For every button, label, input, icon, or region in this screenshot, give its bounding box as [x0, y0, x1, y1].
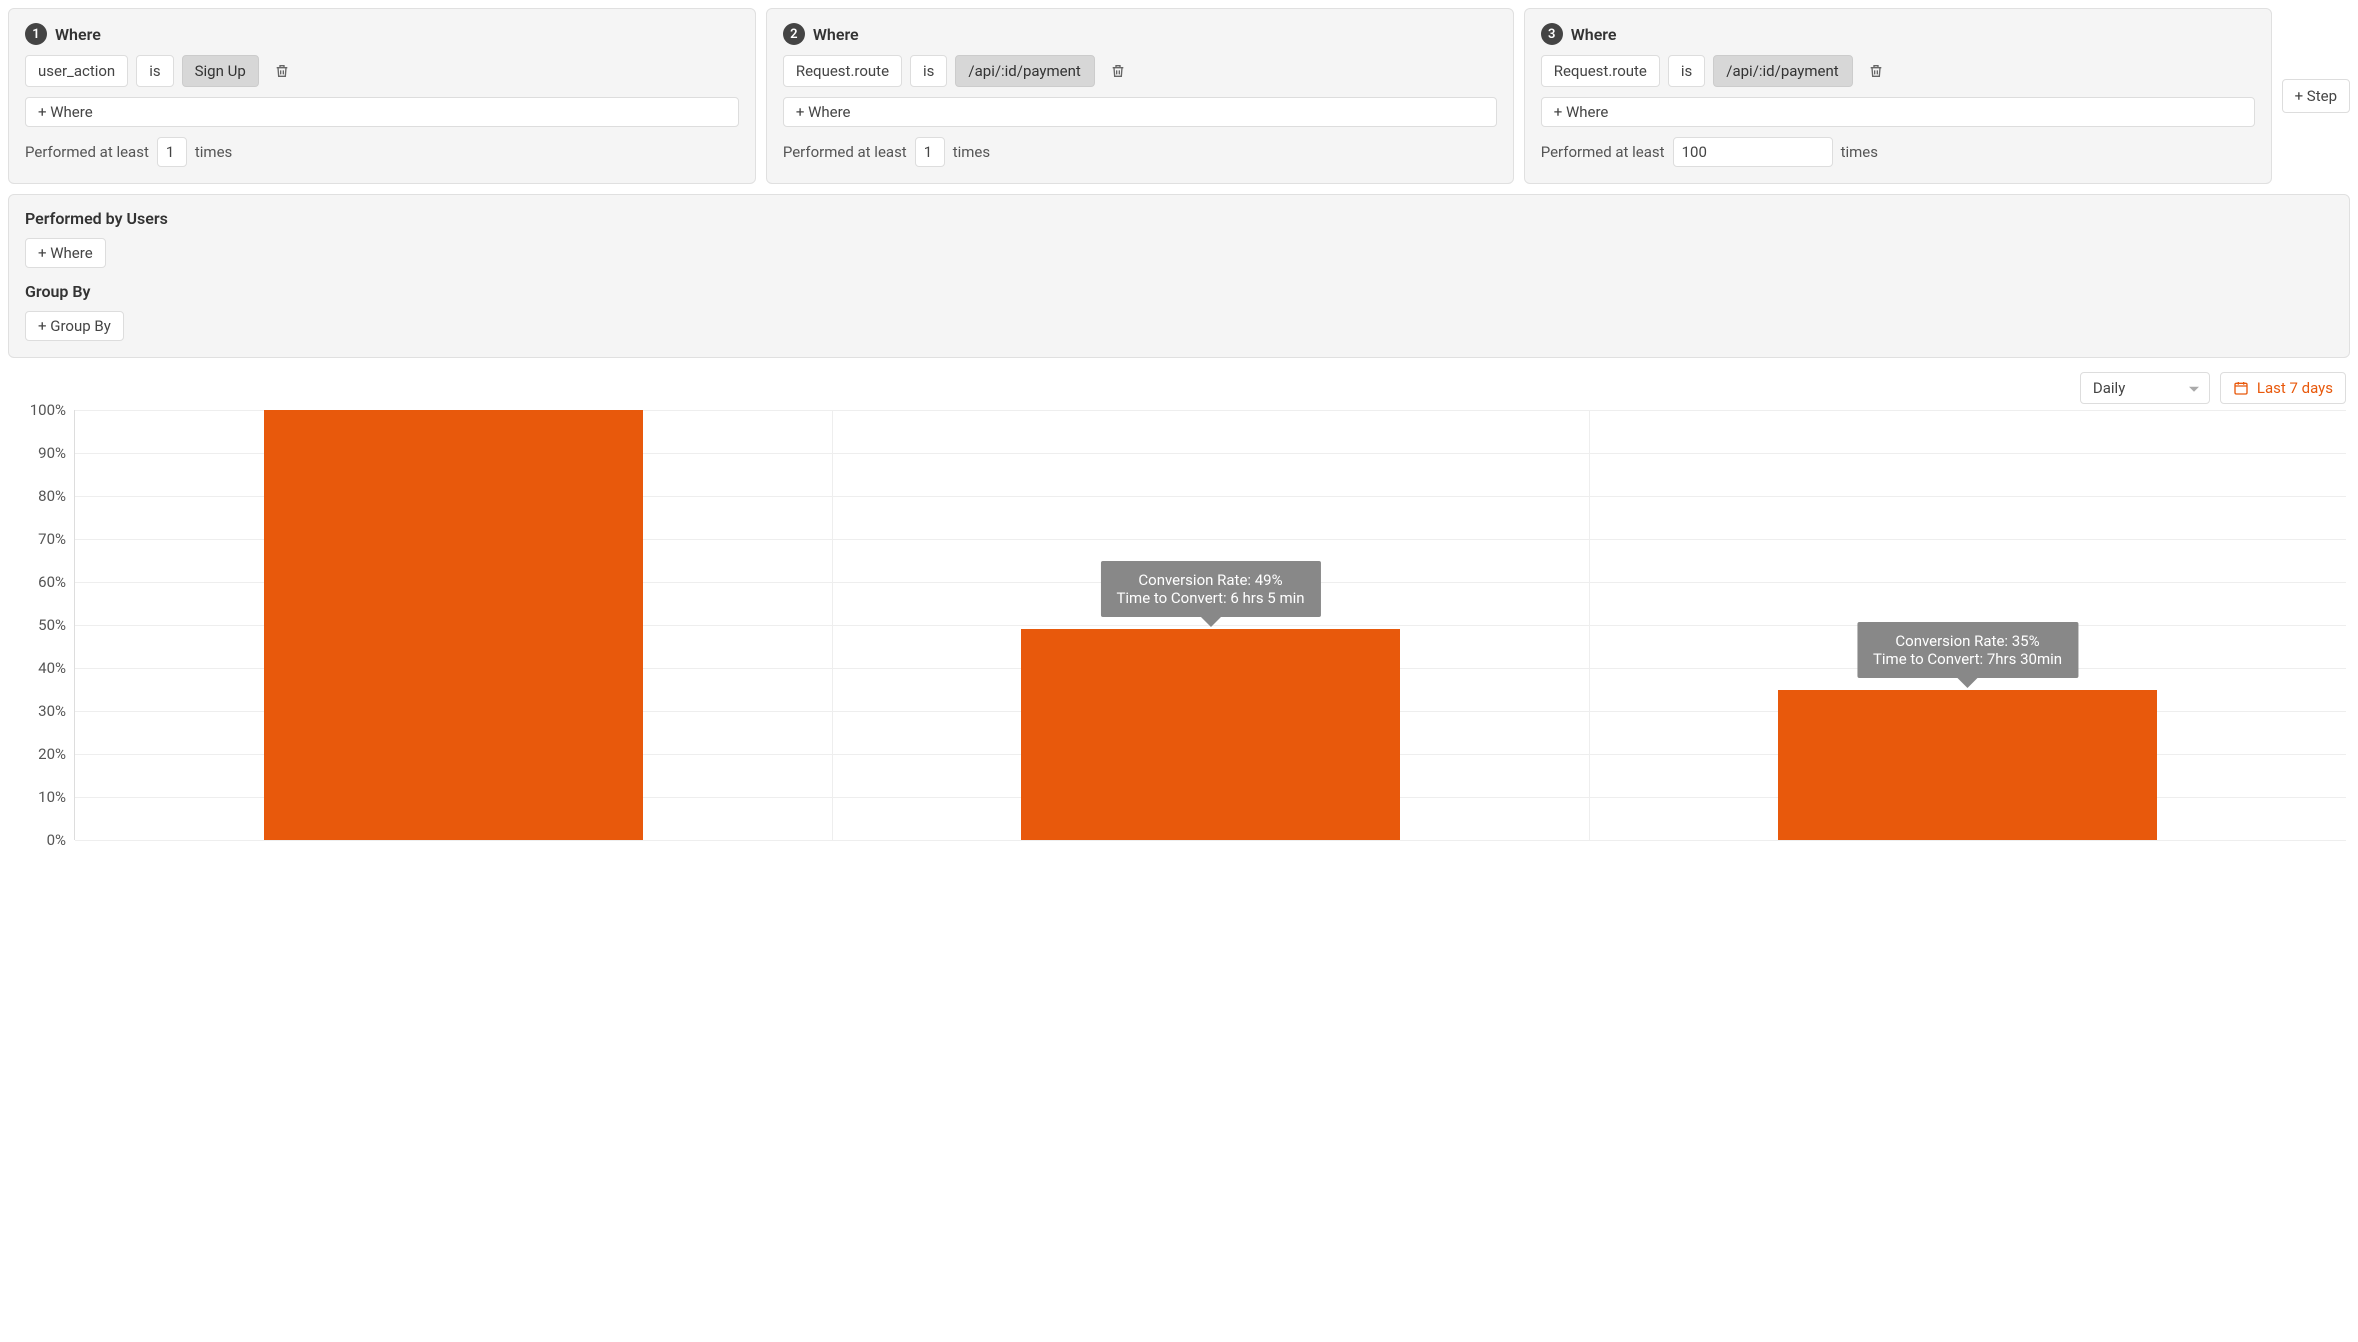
step-header: 1 Where — [25, 23, 739, 45]
step-title: Where — [813, 25, 859, 44]
filter-field[interactable]: Request.route — [783, 55, 902, 87]
step-number-badge: 1 — [25, 23, 47, 45]
filter-operator[interactable]: is — [136, 55, 173, 87]
filter-value[interactable]: Sign Up — [182, 55, 259, 87]
funnel-steps-row: 1 Where user_action is Sign Up + Where P… — [8, 8, 2350, 184]
y-tick-label: 60% — [38, 573, 66, 591]
performed-by-users-title: Performed by Users — [25, 209, 2333, 228]
grid-vline — [832, 410, 833, 840]
users-groupby-card: Performed by Users + Where Group By + Gr… — [8, 194, 2350, 358]
add-where-button[interactable]: + Where — [25, 97, 739, 127]
performed-count-input[interactable]: 100 — [1673, 137, 1833, 167]
interval-select[interactable]: Daily — [2080, 372, 2210, 404]
funnel-chart: 0%10%20%30%40%50%60%70%80%90%100% Conver… — [8, 410, 2350, 840]
delete-icon[interactable] — [1109, 61, 1127, 81]
delete-icon[interactable] — [1867, 61, 1885, 81]
date-range-label: Last 7 days — [2257, 379, 2333, 397]
y-tick-label: 80% — [38, 487, 66, 505]
chart-bar[interactable] — [264, 410, 643, 840]
funnel-step-1: 1 Where user_action is Sign Up + Where P… — [8, 8, 756, 184]
y-tick-label: 50% — [38, 616, 66, 634]
tooltip-line: Time to Convert: 6 hrs 5 min — [1116, 589, 1304, 607]
y-tick-label: 0% — [47, 831, 66, 849]
filter-value[interactable]: /api/:id/payment — [955, 55, 1095, 87]
chart-tooltip: Conversion Rate: 49%Time to Convert: 6 h… — [1100, 561, 1320, 617]
performed-count-input[interactable]: 1 — [915, 137, 945, 167]
filter-operator[interactable]: is — [910, 55, 947, 87]
y-tick-label: 100% — [30, 401, 66, 419]
times-label: times — [1841, 143, 1878, 161]
step-header: 2 Where — [783, 23, 1497, 45]
filter-field[interactable]: user_action — [25, 55, 128, 87]
tooltip-line: Conversion Rate: 35% — [1873, 632, 2062, 650]
chart-tooltip: Conversion Rate: 35%Time to Convert: 7hr… — [1857, 622, 2078, 678]
tooltip-line: Time to Convert: 7hrs 30min — [1873, 650, 2062, 668]
group-by-title: Group By — [25, 282, 2333, 301]
add-step-button[interactable]: + Step — [2282, 79, 2350, 113]
delete-icon[interactable] — [273, 61, 291, 81]
calendar-icon — [2233, 380, 2249, 396]
times-label: times — [953, 143, 990, 161]
performed-label: Performed at least — [25, 143, 149, 161]
add-where-button[interactable]: + Where — [1541, 97, 2255, 127]
step-title: Where — [55, 25, 101, 44]
add-where-users-button[interactable]: + Where — [25, 238, 106, 268]
performed-count-input[interactable]: 1 — [157, 137, 187, 167]
chart-bar[interactable] — [1021, 629, 1400, 840]
performed-row: Performed at least 100 times — [1541, 137, 2255, 167]
filter-row: Request.route is /api/:id/payment — [783, 55, 1497, 87]
y-tick-label: 40% — [38, 659, 66, 677]
grid-line — [75, 840, 2346, 841]
filter-operator[interactable]: is — [1668, 55, 1705, 87]
performed-label: Performed at least — [783, 143, 907, 161]
chart-plot-area: Conversion Rate: 49%Time to Convert: 6 h… — [74, 410, 2346, 840]
step-number-badge: 3 — [1541, 23, 1563, 45]
y-tick-label: 20% — [38, 745, 66, 763]
y-tick-label: 90% — [38, 444, 66, 462]
performed-label: Performed at least — [1541, 143, 1665, 161]
add-where-button[interactable]: + Where — [783, 97, 1497, 127]
filter-value[interactable]: /api/:id/payment — [1713, 55, 1853, 87]
grid-vline — [1589, 410, 1590, 840]
performed-row: Performed at least 1 times — [783, 137, 1497, 167]
y-tick-label: 30% — [38, 702, 66, 720]
tooltip-line: Conversion Rate: 49% — [1116, 571, 1304, 589]
filter-field[interactable]: Request.route — [1541, 55, 1660, 87]
funnel-step-2: 2 Where Request.route is /api/:id/paymen… — [766, 8, 1514, 184]
step-title: Where — [1571, 25, 1617, 44]
chart-controls-row: Daily Last 7 days — [8, 372, 2350, 404]
funnel-step-3: 3 Where Request.route is /api/:id/paymen… — [1524, 8, 2272, 184]
filter-row: Request.route is /api/:id/payment — [1541, 55, 2255, 87]
add-group-by-button[interactable]: + Group By — [25, 311, 124, 341]
chart-bar[interactable] — [1778, 690, 2157, 841]
step-header: 3 Where — [1541, 23, 2255, 45]
date-range-button[interactable]: Last 7 days — [2220, 372, 2346, 404]
performed-row: Performed at least 1 times — [25, 137, 739, 167]
y-tick-label: 70% — [38, 530, 66, 548]
step-number-badge: 2 — [783, 23, 805, 45]
chart-y-axis: 0%10%20%30%40%50%60%70%80%90%100% — [12, 410, 74, 840]
filter-row: user_action is Sign Up — [25, 55, 739, 87]
times-label: times — [195, 143, 232, 161]
y-tick-label: 10% — [38, 788, 66, 806]
